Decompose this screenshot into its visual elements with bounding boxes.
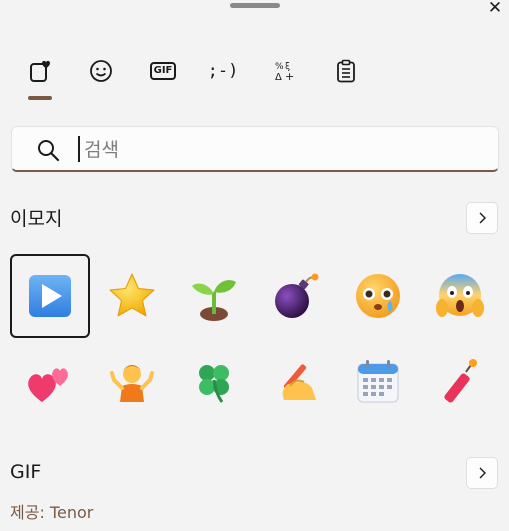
- gif-provider-text: 제공: Tenor: [10, 503, 94, 522]
- gif-section-more-button[interactable]: [466, 457, 498, 489]
- tab-symbols[interactable]: % ξ Δ +: [261, 52, 309, 90]
- emoji-item[interactable]: [420, 340, 500, 424]
- svg-text:%: %: [275, 62, 284, 72]
- face-screaming-in-fear-emoji: [436, 274, 484, 317]
- gif-tab-icon: GIF: [149, 62, 177, 80]
- text-cursor: [78, 136, 80, 162]
- search-box[interactable]: [11, 126, 499, 172]
- smiley-tab-icon: [90, 60, 112, 82]
- gif-section-title: GIF: [10, 461, 42, 483]
- svg-text:+: +: [285, 70, 294, 83]
- chevron-right-icon: [479, 212, 486, 224]
- emoji-item[interactable]: [256, 254, 336, 338]
- bomb-emoji: [275, 273, 319, 318]
- close-icon: ✕: [487, 0, 503, 18]
- play-button-emoji: [29, 275, 71, 317]
- clipboard-tab-icon: [337, 59, 355, 83]
- emoji-tab-icon: [30, 60, 50, 82]
- firecracker-emoji: [444, 359, 477, 403]
- emoji-item[interactable]: [338, 340, 418, 424]
- tab-kaomoji[interactable]: ;-): [199, 52, 247, 90]
- calendar-emoji: [357, 360, 399, 403]
- four-leaf-clover-emoji: [199, 365, 229, 403]
- emoji-item[interactable]: [10, 340, 90, 424]
- svg-text:Δ: Δ: [275, 72, 282, 83]
- two-hearts-emoji: [28, 368, 68, 402]
- star-emoji: [109, 273, 155, 317]
- emoji-section-more-button[interactable]: [466, 202, 498, 234]
- emoji-item[interactable]: [92, 340, 172, 424]
- writing-hand-emoji: [282, 364, 316, 400]
- search-icon: [38, 140, 60, 162]
- drag-handle[interactable]: [230, 3, 280, 8]
- tab-clipboard[interactable]: [322, 52, 370, 90]
- emoji-item[interactable]: [174, 340, 254, 424]
- search-input[interactable]: [82, 135, 466, 165]
- seedling-emoji: [192, 280, 236, 321]
- face-holding-back-tears-emoji: [356, 274, 400, 318]
- emoji-item[interactable]: [92, 254, 172, 338]
- emoji-item[interactable]: [256, 340, 336, 424]
- person-shrugging-emoji: [110, 365, 154, 402]
- tab-emoji[interactable]: [16, 52, 64, 100]
- emoji-item[interactable]: [174, 254, 254, 338]
- emoji-section-title: 이모지: [10, 208, 63, 230]
- tab-smiley[interactable]: [77, 52, 125, 90]
- symbols-tab-icon: % ξ Δ +: [275, 62, 294, 83]
- emoji-item[interactable]: [420, 254, 500, 338]
- tab-gif[interactable]: GIF: [139, 52, 187, 90]
- emoji-item[interactable]: [338, 254, 418, 338]
- emoji-item[interactable]: [10, 254, 90, 338]
- close-button[interactable]: ✕: [484, 0, 506, 18]
- kaomoji-tab-icon: ;-): [207, 61, 239, 81]
- chevron-right-icon: [479, 467, 486, 479]
- active-tab-indicator: [28, 96, 52, 100]
